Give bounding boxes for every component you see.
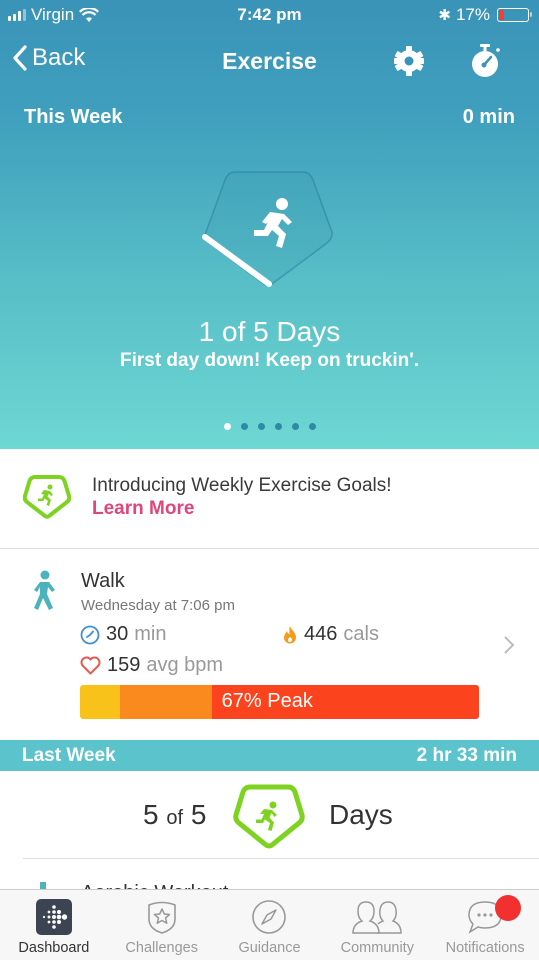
zone-label: 67% Peak	[221, 690, 313, 712]
nav-bar: Back Exercise	[0, 38, 539, 84]
last-week-label: Last Week	[22, 744, 116, 766]
notification-badge	[495, 895, 522, 921]
this-week-total: 0 min	[462, 106, 515, 128]
page-dot[interactable]	[308, 423, 316, 430]
stopwatch-icon[interactable]	[466, 42, 504, 80]
battery-percent: 17%	[455, 5, 490, 24]
bluetooth-icon: ✱	[438, 7, 451, 24]
activity-list-item[interactable]: Walk Wednesday at 7:06 pm 30 min 446 cal…	[0, 550, 539, 740]
heart-rate-stat: 159 avg bpm	[80, 654, 223, 677]
days-goal: 5	[190, 799, 207, 830]
weekly-goal-progress-badge	[190, 160, 350, 300]
fitbit-dashboard-icon	[35, 899, 72, 935]
tab-bar: Dashboard Challenges Guidance Community …	[0, 889, 539, 960]
people-icon	[352, 901, 403, 934]
this-week-hero: Virgin 7:42 pm ✱ 17% Back Exercise This …	[0, 0, 539, 449]
chevron-left-icon	[13, 45, 27, 71]
tab-label: Community	[340, 940, 414, 956]
chevron-right-icon	[503, 635, 515, 661]
page-dot[interactable]	[240, 423, 248, 430]
flame-icon	[284, 625, 296, 643]
page-dot[interactable]	[223, 423, 231, 430]
tab-label: Guidance	[238, 940, 301, 956]
page-dot[interactable]	[291, 423, 299, 430]
of-label: of	[166, 807, 184, 829]
bpm-unit: avg bpm	[146, 654, 224, 676]
challenges-star-badge-icon	[147, 901, 176, 934]
duration-unit: min	[134, 623, 167, 645]
tab-label: Dashboard	[18, 940, 90, 956]
battery-icon	[497, 8, 532, 22]
tab-notifications[interactable]: Notifications	[431, 890, 539, 960]
learn-more-link[interactable]: Learn More	[92, 498, 194, 520]
tab-community[interactable]: Community	[323, 890, 431, 960]
duration-value: 30	[106, 623, 129, 645]
page-indicator[interactable]	[0, 423, 539, 430]
exercise-goal-badge-icon	[23, 475, 71, 519]
back-label: Back	[32, 44, 86, 71]
activity-name: Walk	[81, 570, 125, 592]
promo-title: Introducing Weekly Exercise Goals!	[92, 475, 392, 496]
zone-segment-fat-burn	[80, 685, 120, 719]
duration-stat: 30 min	[80, 623, 166, 646]
days-achieved: 5	[143, 799, 159, 830]
days-progress-text: 1 of 5 Days	[198, 316, 341, 347]
bpm-value: 159	[107, 654, 141, 676]
compass-icon	[252, 900, 287, 934]
divider	[23, 858, 539, 859]
goal-complete-badge-icon	[233, 784, 305, 849]
back-button[interactable]: Back	[12, 44, 85, 72]
status-bar: Virgin 7:42 pm ✱ 17%	[0, 0, 539, 32]
walking-person-icon	[34, 570, 55, 610]
last-week-header: Last Week 2 hr 33 min	[0, 740, 539, 771]
calories-stat: 446 cals	[282, 623, 379, 646]
tab-guidance[interactable]: Guidance	[216, 890, 324, 960]
tab-label: Challenges	[125, 940, 198, 956]
days-label: Days	[329, 799, 393, 830]
calories-unit: cals	[343, 623, 379, 645]
page-dot[interactable]	[257, 423, 265, 430]
zone-segment-cardio	[119, 685, 212, 719]
heart-icon	[80, 656, 101, 675]
last-week-summary[interactable]: 5 of 5 Days	[0, 771, 539, 859]
heart-rate-zone-bar: 67% Peak	[80, 685, 479, 719]
activity-time: Wednesday at 7:06 pm	[81, 597, 235, 614]
motivation-message: First day down! Keep on truckin'.	[119, 350, 420, 371]
calories-value: 446	[304, 623, 338, 645]
page-dot[interactable]	[274, 423, 282, 430]
gear-icon[interactable]	[392, 44, 426, 78]
battery-level	[499, 10, 504, 20]
last-week-total: 2 hr 33 min	[416, 744, 517, 766]
tab-label: Notifications	[445, 940, 525, 956]
last-week-days-count: 5 of 5	[143, 799, 206, 831]
tab-challenges[interactable]: Challenges	[108, 890, 216, 960]
this-week-label: This Week	[24, 106, 123, 128]
clock-icon	[80, 625, 100, 644]
tab-dashboard[interactable]: Dashboard	[0, 890, 108, 960]
weekly-goals-promo[interactable]: Introducing Weekly Exercise Goals! Learn…	[0, 449, 539, 549]
